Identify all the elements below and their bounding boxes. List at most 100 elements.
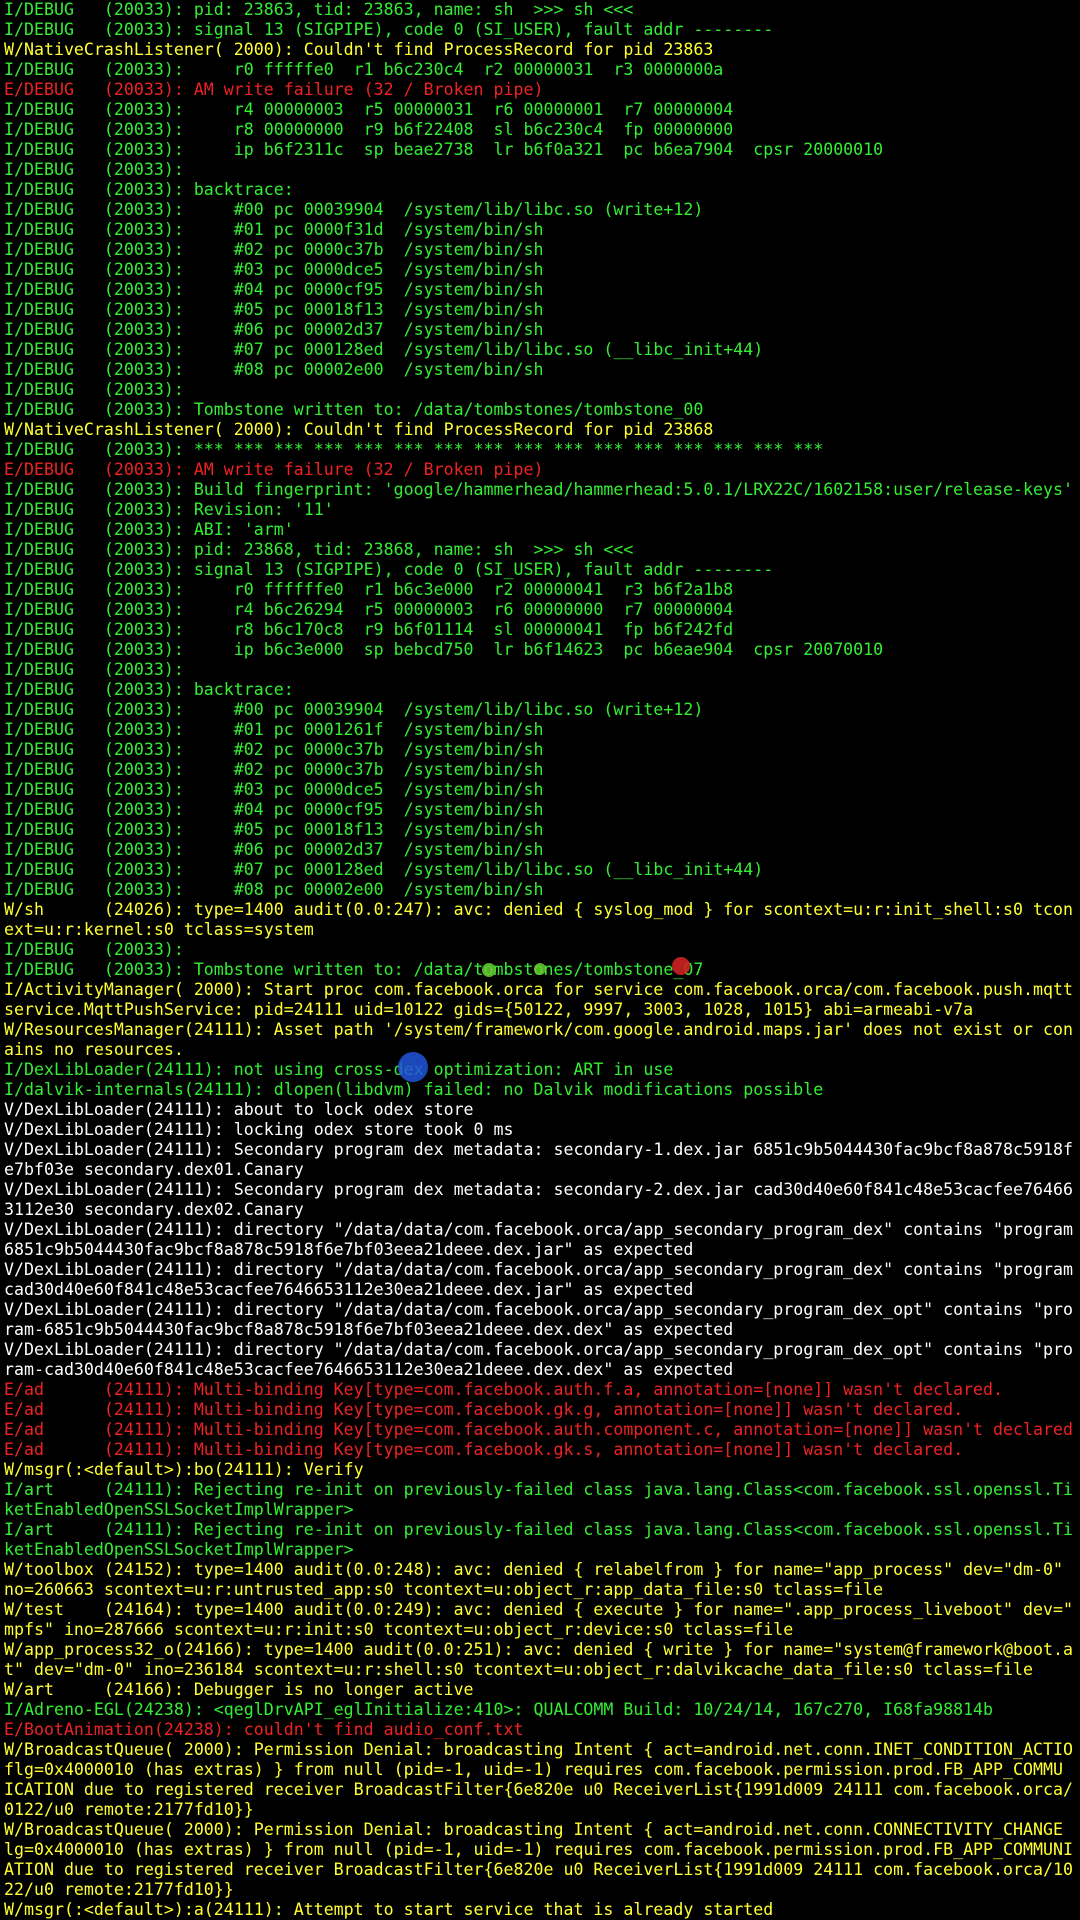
log-line: I/DEBUG (20033): #07 pc 000128ed /system… xyxy=(4,860,764,879)
log-line: I/DEBUG (20033): backtrace: xyxy=(4,680,294,699)
log-line: W/test (24164): type=1400 audit(0.0:249)… xyxy=(4,1600,1073,1619)
log-line: E/ad (24111): Multi-binding Key[type=com… xyxy=(4,1400,964,1419)
log-line: I/DEBUG (20033): #06 pc 00002d37 /system… xyxy=(4,840,544,859)
log-line: ram-cad30d40e60f841c48e53cacfee764665311… xyxy=(4,1360,734,1379)
log-line: E/BootAnimation(24238): couldn't find au… xyxy=(4,1720,524,1739)
log-line: V/DexLibLoader(24111): locking odex stor… xyxy=(4,1120,514,1139)
log-line: W/msgr(:<default>):bo(24111): Verify xyxy=(4,1460,364,1479)
log-line: W/BroadcastQueue( 2000): Permission Deni… xyxy=(4,1820,1063,1839)
log-line: I/DEBUG (20033): r4 00000003 r5 00000031… xyxy=(4,100,734,119)
log-line: flg=0x4000010 (has extras) } from null (… xyxy=(4,1760,1063,1779)
log-line: mpfs" ino=287666 scontext=u:r:init:s0 tc… xyxy=(4,1620,794,1639)
log-line: W/toolbox (24152): type=1400 audit(0.0:2… xyxy=(4,1560,1063,1579)
log-line: E/DEBUG (20033): AM write failure (32 / … xyxy=(4,460,544,479)
log-line: I/DEBUG (20033): #05 pc 00018f13 /system… xyxy=(4,300,544,319)
touch-point-red xyxy=(672,957,690,975)
log-line: I/DEBUG (20033): xyxy=(4,160,184,179)
log-line: V/DexLibLoader(24111): directory "/data/… xyxy=(4,1260,1073,1279)
log-line: E/ad (24111): Multi-binding Key[type=com… xyxy=(4,1380,1004,1399)
log-line: I/dalvik-internals(24111): dlopen(libdvm… xyxy=(4,1080,824,1099)
log-line: ram-6851c9b5044430fac9bcf8a878c5918f6e7b… xyxy=(4,1320,734,1339)
log-line: ains no resources. xyxy=(4,1040,184,1059)
touch-point-green-1 xyxy=(482,963,496,977)
log-line: V/DexLibLoader(24111): directory "/data/… xyxy=(4,1220,1073,1239)
log-line: I/DEBUG (20033): r8 b6c170c8 r9 b6f01114… xyxy=(4,620,734,639)
log-line: W/BroadcastQueue( 2000): Permission Deni… xyxy=(4,1740,1073,1759)
log-line: 3112e30 secondary.dex02.Canary xyxy=(4,1200,304,1219)
log-line: I/DEBUG (20033): #06 pc 00002d37 /system… xyxy=(4,320,544,339)
log-line: W/NativeCrashListener( 2000): Couldn't f… xyxy=(4,420,714,439)
log-line: I/DEBUG (20033): #03 pc 0000dce5 /system… xyxy=(4,780,544,799)
log-line: 22/u0 remote:2177fd10}} xyxy=(4,1880,234,1899)
log-line: I/DEBUG (20033): pid: 23868, tid: 23868,… xyxy=(4,540,634,559)
touch-point-green-2 xyxy=(534,963,546,975)
touch-point-blue xyxy=(398,1052,428,1082)
log-line: I/DexLibLoader(24111): not using cross-d… xyxy=(4,1060,674,1079)
log-line: 6851c9b5044430fac9bcf8a878c5918f6e7bf03e… xyxy=(4,1240,694,1259)
log-line: I/DEBUG (20033): Tombstone written to: /… xyxy=(4,400,704,419)
log-line: I/DEBUG (20033): #02 pc 0000c37b /system… xyxy=(4,740,544,759)
log-line: I/DEBUG (20033): #00 pc 00039904 /system… xyxy=(4,200,704,219)
log-line: I/DEBUG (20033): r0 ffffffe0 r1 b6c3e000… xyxy=(4,580,734,599)
log-line: I/DEBUG (20033): #02 pc 0000c37b /system… xyxy=(4,760,544,779)
log-line: I/DEBUG (20033): signal 13 (SIGPIPE), co… xyxy=(4,560,774,579)
log-line: V/DexLibLoader(24111): Secondary program… xyxy=(4,1180,1073,1199)
log-line: I/DEBUG (20033): #05 pc 00018f13 /system… xyxy=(4,820,544,839)
log-line: no=260663 scontext=u:r:untrusted_app:s0 … xyxy=(4,1580,884,1599)
log-line: ketEnabledOpenSSLSocketImplWrapper> xyxy=(4,1500,354,1519)
log-line: I/DEBUG (20033): ip b6f2311c sp beae2738… xyxy=(4,140,884,159)
log-line: I/DEBUG (20033): #03 pc 0000dce5 /system… xyxy=(4,260,544,279)
log-line: E/DEBUG (20033): AM write failure (32 / … xyxy=(4,80,544,99)
log-line: I/DEBUG (20033): #00 pc 00039904 /system… xyxy=(4,700,704,719)
log-line: I/DEBUG (20033): *** *** *** *** *** ***… xyxy=(4,440,824,459)
log-line: I/DEBUG (20033): signal 13 (SIGPIPE), co… xyxy=(4,20,774,39)
log-line: I/DEBUG (20033): #04 pc 0000cf95 /system… xyxy=(4,800,544,819)
log-line: W/art (24166): Debugger is no longer act… xyxy=(4,1680,474,1699)
log-line: I/DEBUG (20033): pid: 23863, tid: 23863,… xyxy=(4,0,634,19)
log-line: service.MqttPushService: pid=24111 uid=1… xyxy=(4,1000,974,1019)
log-line: W/msgr(:<default>):a(24111): Attempt to … xyxy=(4,1900,774,1919)
log-line: I/DEBUG (20033): Revision: '11' xyxy=(4,500,334,519)
log-line: I/DEBUG (20033): xyxy=(4,380,184,399)
log-line: E/ad (24111): Multi-binding Key[type=com… xyxy=(4,1420,1073,1439)
log-line: I/art (24111): Rejecting re-init on prev… xyxy=(4,1480,1073,1499)
log-line: I/DEBUG (20033): #01 pc 0000f31d /system… xyxy=(4,220,544,239)
log-line: ext=u:r:kernel:s0 tclass=system xyxy=(4,920,314,939)
log-line: I/DEBUG (20033): backtrace: xyxy=(4,180,294,199)
log-line: e7bf03e secondary.dex01.Canary xyxy=(4,1160,304,1179)
log-line: I/DEBUG (20033): ip b6c3e000 sp bebcd750… xyxy=(4,640,884,659)
log-line: I/art (24111): Rejecting re-init on prev… xyxy=(4,1520,1073,1539)
log-line: t" dev="dm-0" ino=236184 scontext=u:r:sh… xyxy=(4,1660,1033,1679)
log-line: I/DEBUG (20033): Build fingerprint: 'goo… xyxy=(4,480,1073,499)
log-line: I/ActivityManager( 2000): Start proc com… xyxy=(4,980,1073,999)
log-line: V/DexLibLoader(24111): Secondary program… xyxy=(4,1140,1073,1159)
log-line: V/DexLibLoader(24111): directory "/data/… xyxy=(4,1340,1073,1359)
log-line: I/DEBUG (20033): r4 b6c26294 r5 00000003… xyxy=(4,600,734,619)
log-line: lg=0x4000010 (has extras) } from null (p… xyxy=(4,1840,1073,1859)
logcat-output: I/DEBUG (20033): pid: 23863, tid: 23863,… xyxy=(4,0,1080,1920)
log-line: I/DEBUG (20033): ABI: 'arm' xyxy=(4,520,294,539)
log-line: I/DEBUG (20033): #08 pc 00002e00 /system… xyxy=(4,880,544,899)
log-line: I/DEBUG (20033): r0 fffffe0 r1 b6c230c4 … xyxy=(4,60,724,79)
log-line: cad30d40e60f841c48e53cacfee7646653112e30… xyxy=(4,1280,694,1299)
log-line: ATION due to registered receiver Broadca… xyxy=(4,1860,1073,1879)
log-line: V/DexLibLoader(24111): about to lock ode… xyxy=(4,1100,474,1119)
log-line: W/ResourcesManager(24111): Asset path '/… xyxy=(4,1020,1073,1039)
log-line: W/NativeCrashListener( 2000): Couldn't f… xyxy=(4,40,714,59)
log-line: ketEnabledOpenSSLSocketImplWrapper> xyxy=(4,1540,354,1559)
log-line: I/DEBUG (20033): xyxy=(4,940,184,959)
log-line: I/DEBUG (20033): #01 pc 0001261f /system… xyxy=(4,720,544,739)
log-line: I/DEBUG (20033): #04 pc 0000cf95 /system… xyxy=(4,280,544,299)
log-line: I/Adreno-EGL(24238): <qeglDrvAPI_eglInit… xyxy=(4,1700,994,1719)
log-line: I/DEBUG (20033): #08 pc 00002e00 /system… xyxy=(4,360,544,379)
log-line: 0122/u0 remote:2177fd10}} xyxy=(4,1800,254,1819)
log-line: I/DEBUG (20033): #02 pc 0000c37b /system… xyxy=(4,240,544,259)
log-line: W/sh (24026): type=1400 audit(0.0:247): … xyxy=(4,900,1073,919)
log-line: E/ad (24111): Multi-binding Key[type=com… xyxy=(4,1440,964,1459)
log-line: W/app_process32_o(24166): type=1400 audi… xyxy=(4,1640,1073,1659)
log-line: I/DEBUG (20033): r8 00000000 r9 b6f22408… xyxy=(4,120,734,139)
log-line: ICATION due to registered receiver Broad… xyxy=(4,1780,1073,1799)
log-line: V/DexLibLoader(24111): directory "/data/… xyxy=(4,1300,1073,1319)
log-line: I/DEBUG (20033): xyxy=(4,660,184,679)
log-line: I/DEBUG (20033): #07 pc 000128ed /system… xyxy=(4,340,764,359)
